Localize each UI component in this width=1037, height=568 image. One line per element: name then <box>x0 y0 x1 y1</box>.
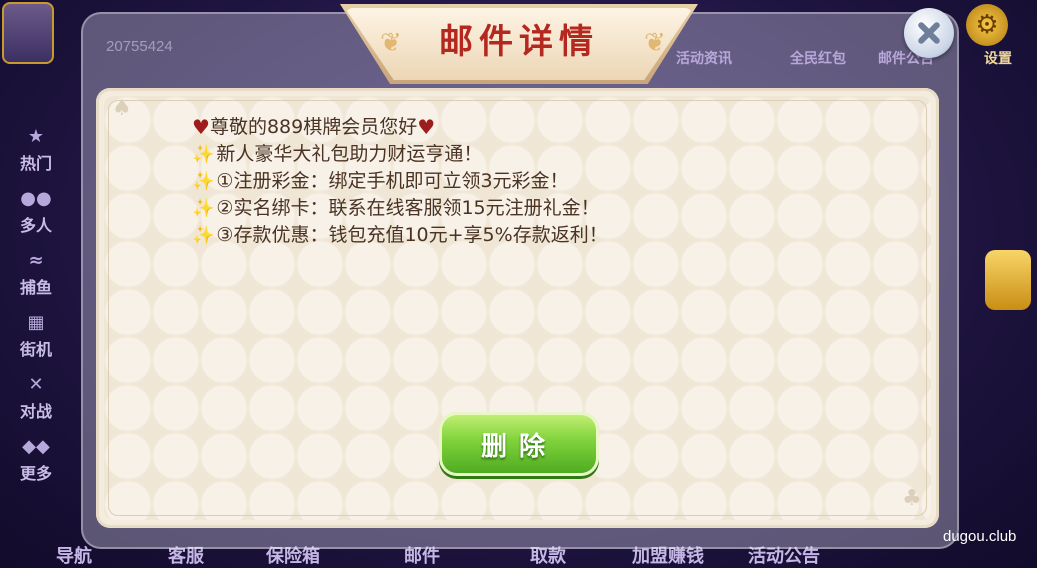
bottom-nav-guide[interactable]: 导航 <box>56 542 92 568</box>
sparkle-icon: ✨ <box>192 171 215 192</box>
sparkle-icon: ✨ <box>192 144 215 165</box>
message-text: ①注册彩金：绑定手机即可立领3元彩金！ <box>216 170 569 192</box>
dialog-title: 邮件详情 <box>439 22 599 62</box>
battle-icon: ✕ <box>28 374 44 395</box>
side-nav-item-hot[interactable]: ★ 热门 <box>8 120 64 182</box>
side-nav-label: 捕鱼 <box>19 278 52 297</box>
message-body: ♥ 尊敬的889棋牌会员您好 ♥ ✨ 新人豪华大礼包助力财运亨通！ ✨ ①注册彩… <box>192 114 792 249</box>
side-nav-item-fishing[interactable]: ≈ 捕鱼 <box>8 244 64 306</box>
message-line: ✨ ②实名绑卡：联系在线客服领15元注册礼金！ <box>192 195 792 222</box>
gear-icon[interactable]: ⚙ <box>966 4 1008 46</box>
message-greeting: 尊敬的889棋牌会员您好 <box>209 116 418 138</box>
message-text: 新人豪华大礼包助力财运亨通！ <box>216 143 483 165</box>
side-nav-label: 多人 <box>19 216 52 235</box>
new-icon: ★ <box>27 126 45 147</box>
side-nav-item-battle[interactable]: ✕ 对战 <box>8 368 64 430</box>
fish-icon: ≈ <box>28 250 44 271</box>
avatar <box>2 2 54 64</box>
watermark: dugou.club <box>943 528 1017 545</box>
delete-button[interactable]: 删除 <box>439 412 599 476</box>
play-icon[interactable] <box>985 250 1031 310</box>
grid-icon: ◆◆ <box>22 436 50 457</box>
slot-icon: ▦ <box>27 312 45 333</box>
message-line: ✨ ①注册彩金：绑定手机即可立领3元彩金！ <box>192 168 792 195</box>
close-button[interactable] <box>904 8 954 58</box>
side-nav-item-more[interactable]: ◆◆ 更多 <box>8 430 64 492</box>
sparkle-icon: ✨ <box>192 225 215 246</box>
message-line: ✨ ③存款优惠：钱包充值10元+享5%存款返利！ <box>192 222 792 249</box>
people-icon: ●● <box>20 188 52 209</box>
spade-icon: ♠ <box>112 96 132 121</box>
side-nav-label: 更多 <box>19 464 52 483</box>
delete-button-label: 删除 <box>480 431 557 462</box>
message-text: ③存款优惠：钱包充值10元+享5%存款返利！ <box>216 224 608 246</box>
club-icon: ♣ <box>902 486 922 511</box>
message-text: ②实名绑卡：联系在线客服领15元注册礼金！ <box>216 197 600 219</box>
heart-icon: ♥ <box>192 115 210 139</box>
settings-label[interactable]: 设置 <box>984 48 1012 68</box>
side-nav: ★ 热门 ●● 多人 ≈ 捕鱼 ▦ 街机 ✕ 对战 ◆◆ 更多 <box>8 120 64 492</box>
heart-icon: ♥ <box>417 115 436 139</box>
message-line: ✨ 新人豪华大礼包助力财运亨通！ <box>192 141 792 168</box>
side-nav-label: 街机 <box>19 340 52 359</box>
close-icon <box>904 8 954 58</box>
side-nav-label: 对战 <box>19 402 52 421</box>
sparkle-icon: ✨ <box>192 198 215 219</box>
side-nav-label: 热门 <box>19 154 52 173</box>
message-greeting-line: ♥ 尊敬的889棋牌会员您好 ♥ <box>192 114 792 141</box>
side-nav-item-arcade[interactable]: ▦ 街机 <box>8 306 64 368</box>
decor-icon <box>975 470 1035 510</box>
side-nav-item-multiplayer[interactable]: ●● 多人 <box>8 182 64 244</box>
